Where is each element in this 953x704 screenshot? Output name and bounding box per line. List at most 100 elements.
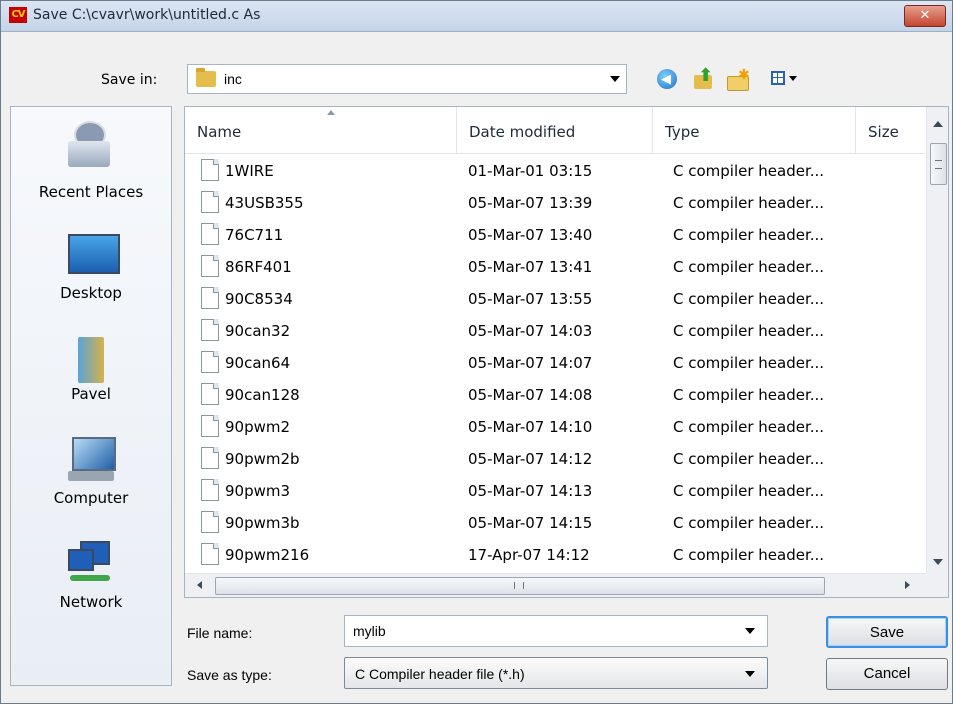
file-date: 05-Mar-07 13:40 [468,226,593,244]
scroll-up-icon[interactable] [933,121,943,127]
file-row[interactable]: 90pwm2b 05-Mar-07 14:12 C compiler header.… [185,443,925,475]
file-type: C compiler header... [673,514,825,532]
file-name: 43USB355 [225,194,304,212]
scroll-corner [926,573,948,597]
chevron-down-icon[interactable] [610,76,620,82]
scroll-down-icon[interactable] [933,559,943,565]
file-name: 90can128 [225,386,300,404]
desktop-icon [66,232,120,280]
save-in-dropdown[interactable]: inc [187,64,627,94]
recent-places-icon [66,121,116,169]
place-recent-places[interactable]: Recent Places [11,113,171,213]
file-name: 90pwm216 [225,546,310,564]
column-size-label: Size [868,123,899,141]
file-type: C compiler header... [673,194,825,212]
save-in-value: inc [224,71,242,87]
place-label: Recent Places [38,183,144,201]
file-name: 86RF401 [225,258,292,276]
file-name: 90pwm3 [225,482,291,500]
file-type: C compiler header... [673,354,825,372]
title-bar[interactable]: CV Save C:\cvavr\work\untitled.c As ✕ [1,1,952,32]
file-icon [201,287,219,309]
app-logo-icon: CV [9,7,27,23]
cancel-button[interactable]: Cancel [826,658,948,690]
file-type: C compiler header... [673,226,825,244]
views-menu-icon[interactable] [771,67,801,91]
file-type: C compiler header... [673,386,825,404]
save-as-type-dropdown[interactable]: C Compiler header file (*.h) [344,657,768,689]
file-list[interactable]: Name Date modified Type Size 1WIRE 01-Mar… [184,106,949,598]
horizontal-scrollbar[interactable] [185,573,926,597]
file-icon [201,447,219,469]
file-date: 05-Mar-07 13:41 [468,258,593,276]
file-date: 05-Mar-07 14:08 [468,386,593,404]
file-row[interactable]: 90can32 05-Mar-07 14:03 C compiler header.… [185,315,925,347]
place-label: Pavel [71,385,111,403]
file-date: 05-Mar-07 14:13 [468,482,593,500]
file-date: 05-Mar-07 14:15 [468,514,593,532]
file-type: C compiler header... [673,450,825,468]
file-date: 01-Mar-01 03:15 [468,162,593,180]
file-name-label: File name: [187,625,253,641]
file-icon [201,479,219,501]
file-icon [201,255,219,277]
chevron-down-icon[interactable] [745,628,755,634]
grip-icon [514,582,524,589]
save-as-type-value: C Compiler header file (*.h) [355,666,525,682]
file-name-input[interactable]: mylib [344,615,768,647]
user-folder-icon [66,335,116,383]
save-button[interactable]: Save [826,616,948,648]
column-size[interactable]: Size [855,107,926,153]
file-row[interactable]: 1WIRE 01-Mar-01 03:15 C compiler header... [185,155,925,187]
horizontal-scroll-thumb[interactable] [215,577,825,595]
file-name: 90C8534 [225,290,293,308]
column-date-label: Date modified [469,123,576,141]
scroll-thumb[interactable] [930,143,947,185]
up-folder-icon[interactable]: ⬆ [692,65,716,91]
file-row[interactable]: 90pwm3b 05-Mar-07 14:15 C compiler header.… [185,507,925,539]
scroll-right-icon[interactable] [905,581,910,589]
save-in-label: Save in: [101,72,158,88]
file-row[interactable]: 43USB355 05-Mar-07 13:39 C compiler header… [185,187,925,219]
file-row[interactable]: 90pwm216 17-Apr-07 14:12 C compiler header… [185,539,925,565]
column-name[interactable]: Name [185,107,455,153]
file-name: 90pwm2 [225,418,291,436]
file-name-value[interactable]: mylib [353,623,386,639]
file-icon [201,159,219,181]
file-icon [201,319,219,341]
file-row[interactable]: 90can128 05-Mar-07 14:08 C compiler header… [185,379,925,411]
file-type: C compiler header... [673,546,825,564]
file-type: C compiler header... [673,162,825,180]
vertical-scrollbar[interactable] [926,107,948,577]
file-row[interactable]: 76C711 05-Mar-07 13:40 C compiler header..… [185,219,925,251]
file-name: 1WIRE [225,162,274,180]
place-network[interactable]: Network [11,533,171,633]
place-label: Desktop [60,284,122,302]
folder-icon [196,68,216,87]
place-pavel[interactable]: Pavel [11,327,171,427]
file-date: 05-Mar-07 13:39 [468,194,593,212]
file-icon [201,191,219,213]
place-computer[interactable]: Computer [11,429,171,529]
file-icon [201,511,219,533]
place-desktop[interactable]: Desktop [11,224,171,324]
column-date-modified[interactable]: Date modified [456,107,652,153]
chevron-down-icon[interactable] [745,671,755,677]
column-type[interactable]: Type [652,107,855,153]
place-label: Network [59,593,123,611]
close-button[interactable]: ✕ [904,5,946,27]
network-icon [66,541,116,589]
back-icon[interactable]: ◀ [655,67,679,91]
file-row[interactable]: 86RF401 05-Mar-07 13:41 C compiler header.… [185,251,925,283]
column-name-label: Name [197,123,242,141]
file-row[interactable]: 90pwm3 05-Mar-07 14:13 C compiler header..… [185,475,925,507]
file-row[interactable]: 90pwm2 05-Mar-07 14:10 C compiler header..… [185,411,925,443]
save-as-type-label: Save as type: [187,667,272,683]
file-row[interactable]: 90can64 05-Mar-07 14:07 C compiler header.… [185,347,925,379]
file-icon [201,415,219,437]
file-icon [201,351,219,373]
scroll-left-icon[interactable] [197,581,202,589]
new-folder-icon[interactable]: ✱ [725,67,750,91]
file-date: 05-Mar-07 14:07 [468,354,593,372]
file-row[interactable]: 90C8534 05-Mar-07 13:55 C compiler header.… [185,283,925,315]
